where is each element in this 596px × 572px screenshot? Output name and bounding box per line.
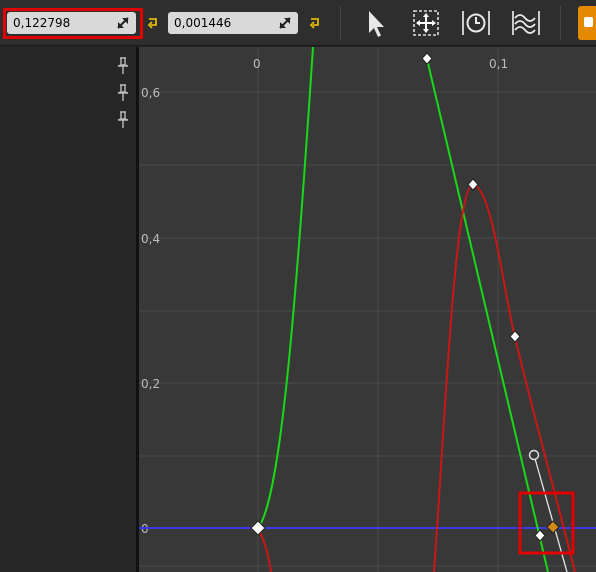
- key-point[interactable]: [534, 529, 546, 542]
- y-tick-label: 0,6: [141, 86, 160, 100]
- value-input-value: 0,001446: [174, 16, 232, 30]
- expand-icon[interactable]: [278, 16, 292, 30]
- pin-icon[interactable]: [116, 57, 130, 75]
- value-input[interactable]: 0,001446: [168, 12, 298, 34]
- key-icon: [584, 17, 593, 27]
- select-cursor-icon[interactable]: [358, 6, 394, 40]
- y-tick-label: 0,4: [141, 232, 160, 246]
- red-curve[interactable]: [257, 527, 272, 572]
- time-input-highlight: [3, 8, 143, 39]
- x-tick-label: 0: [253, 57, 261, 71]
- normalize-waves-icon[interactable]: [508, 6, 544, 40]
- curve-graph[interactable]: 0 0,1 0,6 0,4 0,2 0: [139, 47, 596, 572]
- key-point[interactable]: [250, 520, 266, 536]
- curve-editor-toolbar: 0,122798 0,001446: [0, 0, 596, 46]
- frame-move-icon[interactable]: [408, 6, 444, 40]
- tangent-handle[interactable]: [528, 449, 540, 461]
- toolbar-separator: [340, 6, 341, 40]
- toolbar-separator: [560, 6, 561, 40]
- key-point[interactable]: [509, 330, 521, 343]
- curve-list-panel: [0, 47, 137, 572]
- key-point[interactable]: [421, 52, 433, 65]
- pin-icon[interactable]: [116, 111, 130, 129]
- red-curve[interactable]: [433, 183, 576, 572]
- clock-icon[interactable]: [458, 6, 494, 40]
- curve-canvas[interactable]: 0 0,1 0,6 0,4 0,2 0: [139, 47, 596, 572]
- pin-icon[interactable]: [116, 84, 130, 102]
- key-settings-button[interactable]: [578, 6, 596, 40]
- y-tick-label: 0,2: [141, 377, 160, 391]
- selected-key-point[interactable]: [546, 520, 560, 534]
- reset-arrow-icon[interactable]: [308, 15, 322, 29]
- x-tick-label: 0,1: [489, 57, 508, 71]
- green-curve[interactable]: [426, 58, 549, 572]
- reset-arrow-icon[interactable]: [146, 15, 160, 29]
- selection-highlight: [518, 491, 575, 555]
